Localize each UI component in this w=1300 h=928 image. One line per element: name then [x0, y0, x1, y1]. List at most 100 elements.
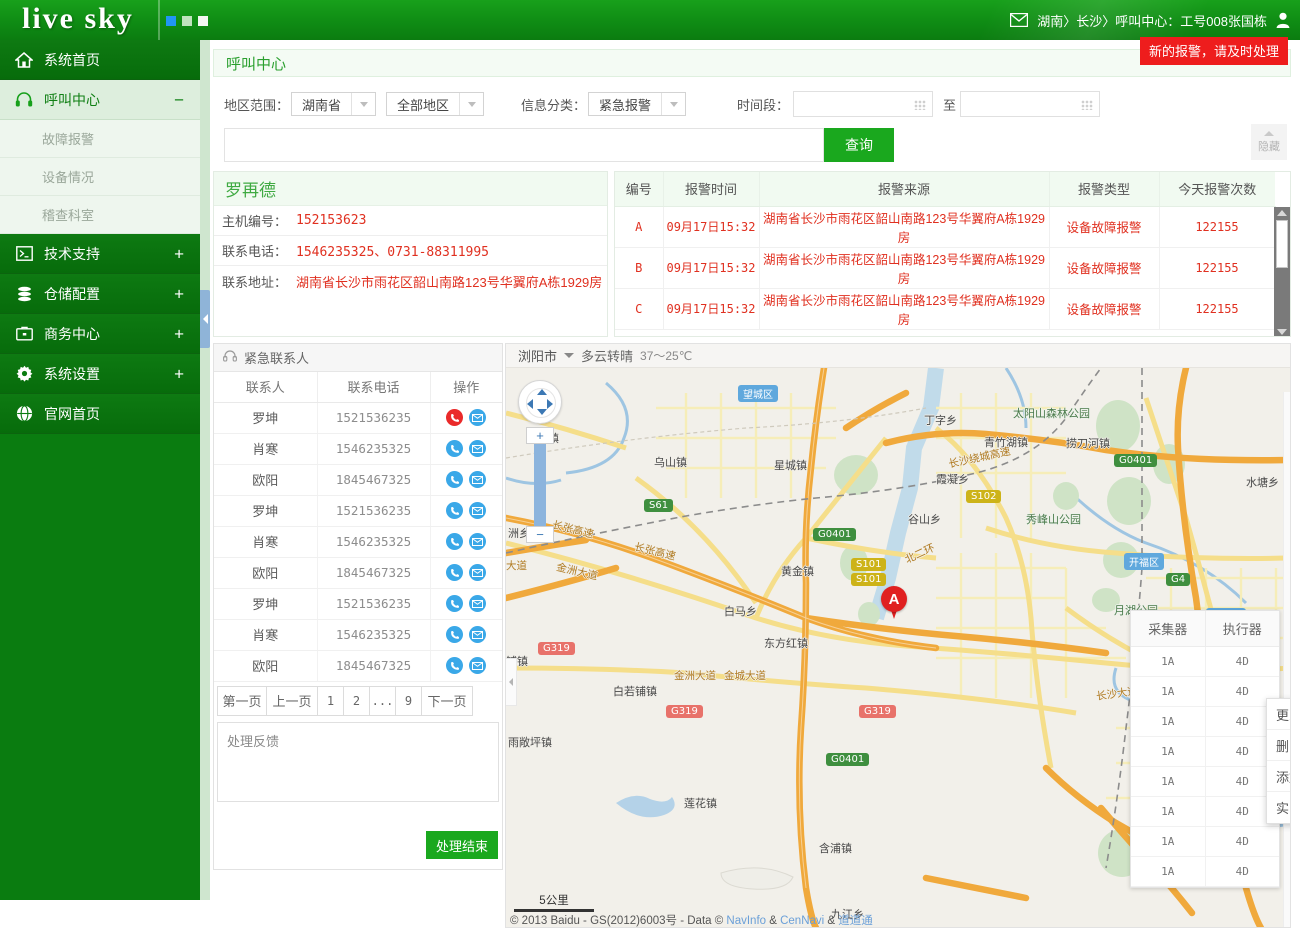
alarm-id: C: [615, 288, 664, 330]
table-row[interactable]: 罗坤 1521536235: [214, 402, 502, 434]
sidebar-item-tech-support[interactable]: 技术支持 +: [0, 234, 200, 274]
ctx-sync-host-info[interactable]: 实时同步主机信息: [1267, 792, 1290, 823]
mail-icon[interactable]: [469, 626, 487, 643]
map-collapse-handle[interactable]: [506, 658, 517, 706]
category-select[interactable]: 紧急报警: [588, 92, 687, 116]
time-from-input[interactable]: [793, 91, 934, 117]
call-icon[interactable]: [446, 657, 464, 674]
zoom-in-button[interactable]: +: [526, 427, 554, 444]
table-row[interactable]: 肖寒 1546235325: [214, 526, 502, 558]
table-row[interactable]: 罗坤 1521536235: [214, 588, 502, 620]
attribution-link-daodaotong[interactable]: 道道通: [838, 915, 873, 927]
call-icon[interactable]: [446, 564, 464, 581]
table-row[interactable]: 欧阳 1845467325: [214, 464, 502, 496]
sidebar-item-home[interactable]: 系统首页: [0, 40, 200, 80]
table-row[interactable]: 欧阳 1845467325: [214, 557, 502, 589]
ctx-change-mapping[interactable]: 更改映射关系: [1267, 699, 1290, 730]
mail-icon[interactable]: [469, 657, 487, 674]
sidebar-collapse-handle[interactable]: [200, 290, 210, 348]
pan-up-icon[interactable]: [537, 389, 547, 395]
time-to-input[interactable]: [960, 91, 1101, 117]
expand-toggle-icon[interactable]: +: [174, 285, 184, 302]
scroll-up-icon[interactable]: [1277, 210, 1287, 216]
table-row[interactable]: 肖寒 1546235325: [214, 433, 502, 465]
collapse-toggle-icon[interactable]: −: [174, 91, 184, 108]
pan-left-icon[interactable]: [527, 399, 533, 409]
scroll-down-icon[interactable]: [1277, 329, 1287, 335]
table-row[interactable]: 1A 4D: [1131, 646, 1279, 677]
table-row[interactable]: 1A 4D: [1131, 796, 1279, 827]
map-place-label: 白若铺镇: [613, 686, 657, 698]
new-alarm-banner[interactable]: 新的报警，请及时处理: [1139, 37, 1288, 65]
call-icon[interactable]: [446, 502, 464, 519]
alarm-table-scrollbar[interactable]: [1274, 207, 1290, 336]
mail-icon[interactable]: [469, 564, 487, 581]
table-row[interactable]: 1A 4D: [1131, 856, 1279, 887]
sidebar-item-business-center[interactable]: 商务中心 +: [0, 314, 200, 354]
mail-icon[interactable]: [469, 409, 487, 426]
mail-icon[interactable]: [469, 502, 487, 519]
feedback-textarea[interactable]: 处理反馈: [217, 721, 499, 802]
call-icon[interactable]: [446, 440, 464, 457]
mail-icon[interactable]: [1010, 13, 1029, 27]
scrollbar-thumb[interactable]: [1276, 220, 1288, 268]
table-row[interactable]: A 09月17日15:32 湖南省长沙市雨花区韶山南路123号华翼府A栋1929…: [615, 206, 1276, 248]
pager-first[interactable]: 第一页: [217, 685, 267, 716]
table-row[interactable]: 1A 4D: [1131, 736, 1279, 767]
table-row[interactable]: 1A 4D: [1131, 706, 1279, 737]
keyword-input[interactable]: [224, 128, 824, 162]
sidebar-sub-item-device-status[interactable]: 设备情况: [0, 158, 200, 196]
province-select[interactable]: 湖南省: [291, 92, 377, 116]
pager-page-2[interactable]: 2: [343, 685, 370, 716]
pan-right-icon[interactable]: [547, 399, 553, 409]
map-pan-control[interactable]: [518, 380, 562, 424]
sidebar-sub-item-fault-alarm[interactable]: 故障报警: [0, 120, 200, 158]
sidebar-item-call-center[interactable]: 呼叫中心 −: [0, 80, 200, 120]
ctx-add-device[interactable]: 添加设备: [1267, 761, 1290, 792]
call-icon[interactable]: [446, 471, 464, 488]
user-icon[interactable]: [1276, 12, 1290, 28]
attribution-link-cennavi[interactable]: CenNavi: [780, 915, 824, 927]
mail-icon[interactable]: [469, 533, 487, 550]
mail-icon[interactable]: [469, 471, 487, 488]
call-icon[interactable]: [446, 533, 464, 550]
query-button[interactable]: 查询: [824, 128, 894, 162]
map-panel[interactable]: 浏阳市 多云转晴 37～25℃ 望城区 丁字乡 太阳山森林公园 青竹湖镇 捞刀河…: [505, 343, 1291, 928]
call-icon[interactable]: [446, 626, 464, 643]
table-row[interactable]: C 09月17日15:32 湖南省长沙市雨花区韶山南路123号华翼府A栋1929…: [615, 288, 1276, 330]
call-icon[interactable]: [446, 595, 464, 612]
mail-icon[interactable]: [469, 440, 487, 457]
expand-toggle-icon[interactable]: +: [174, 245, 184, 262]
ctx-delete-device[interactable]: 删除设备: [1267, 730, 1290, 761]
zoom-out-button[interactable]: −: [526, 526, 554, 543]
expand-toggle-icon[interactable]: +: [174, 365, 184, 382]
pan-down-icon[interactable]: [537, 409, 547, 415]
pager-next[interactable]: 下一页: [421, 685, 473, 716]
sidebar-sub-item-inspection-office[interactable]: 稽查科室: [0, 196, 200, 234]
map-marker-a[interactable]: A: [881, 586, 907, 619]
table-row[interactable]: 欧阳 1845467325: [214, 650, 502, 682]
table-row[interactable]: 1A 4D: [1131, 766, 1279, 797]
pager-page-1[interactable]: 1: [317, 685, 344, 716]
hide-panel-button[interactable]: 隐藏: [1251, 124, 1287, 160]
call-icon[interactable]: [446, 409, 464, 426]
map-city-label[interactable]: 浏阳市: [518, 346, 557, 365]
attribution-link-navinfo[interactable]: NavInfo: [726, 915, 766, 927]
map-zoom-slider[interactable]: + −: [526, 427, 554, 543]
chevron-down-icon[interactable]: [564, 353, 575, 358]
pager-prev[interactable]: 上一页: [266, 685, 318, 716]
table-row[interactable]: 1A 4D: [1131, 676, 1279, 707]
table-row[interactable]: B 09月17日15:32 湖南省长沙市雨花区韶山南路123号华翼府A栋1929…: [615, 247, 1276, 289]
sidebar-item-system-settings[interactable]: 系统设置 +: [0, 354, 200, 394]
finish-button[interactable]: 处理结束: [426, 831, 498, 859]
table-row[interactable]: 1A 4D: [1131, 826, 1279, 857]
expand-toggle-icon[interactable]: +: [174, 325, 184, 342]
sidebar-item-warehouse-config[interactable]: 仓储配置 +: [0, 274, 200, 314]
mail-icon[interactable]: [469, 595, 487, 612]
table-row[interactable]: 罗坤 1521536235: [214, 495, 502, 527]
district-select[interactable]: 全部地区: [386, 92, 485, 116]
pager-page-9[interactable]: 9: [395, 685, 422, 716]
map-canvas[interactable]: 望城区丁字乡太阳山森林公园青竹湖镇捞刀河镇G107G4G0401霞凝乡S102水…: [506, 368, 1290, 927]
table-row[interactable]: 肖寒 1546235325: [214, 619, 502, 651]
sidebar-item-official-site[interactable]: 官网首页: [0, 394, 200, 434]
